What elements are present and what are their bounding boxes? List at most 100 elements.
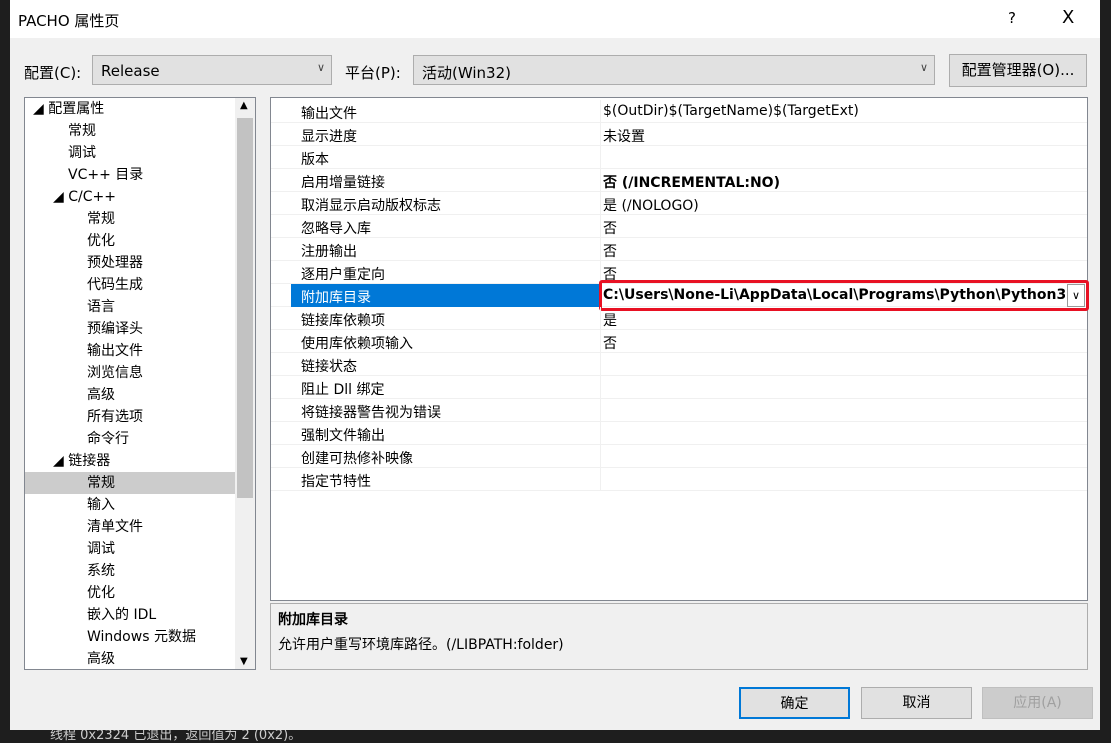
property-value: 否	[603, 221, 617, 237]
config-value: Release	[101, 62, 160, 80]
column-divider	[600, 307, 601, 330]
property-value: 是	[603, 313, 617, 329]
tree-item[interactable]: 常规	[25, 120, 255, 142]
description-title: 附加库目录	[278, 612, 348, 628]
property-row[interactable]: 启用增量链接 否 (/INCREMENTAL:NO)	[271, 169, 1087, 192]
help-button[interactable]: ?	[1008, 9, 1016, 27]
scrollbar-thumb[interactable]	[237, 118, 253, 498]
scroll-up-icon[interactable]: ▲	[240, 100, 248, 111]
property-name: 创建可热修补映像	[301, 451, 413, 467]
platform-value: 活动(Win32)	[422, 64, 511, 82]
property-row[interactable]: 链接状态	[271, 353, 1087, 376]
chevron-down-icon: ∨	[919, 61, 928, 74]
column-divider	[600, 192, 601, 215]
platform-select[interactable]: 活动(Win32) ∨	[413, 55, 935, 85]
property-grid: 输出文件 $(OutDir)$(TargetName)$(TargetExt) 显示…	[270, 97, 1089, 601]
tree-item[interactable]: 嵌入的 IDL	[25, 604, 255, 626]
ok-button[interactable]: 确定	[739, 687, 850, 719]
tree-item[interactable]: 输入	[25, 494, 255, 516]
tree-item[interactable]: ◢ 配置属性	[25, 98, 255, 120]
column-divider	[600, 468, 601, 491]
property-name: 取消显示启动版权标志	[301, 198, 441, 214]
property-row[interactable]: 使用库依赖项输入 否	[271, 330, 1087, 353]
property-name: 链接状态	[301, 359, 357, 375]
tree-item[interactable]: 调试	[25, 142, 255, 164]
tree-item[interactable]: VC++ 目录	[25, 164, 255, 186]
scroll-down-icon[interactable]: ▼	[240, 656, 248, 667]
property-name: 将链接器警告视为错误	[301, 405, 441, 421]
property-row[interactable]: 阻止 Dll 绑定	[271, 376, 1087, 399]
property-name: 启用增量链接	[301, 175, 385, 191]
column-divider	[600, 169, 601, 192]
property-name: 阻止 Dll 绑定	[301, 382, 385, 398]
close-button[interactable]: X	[1062, 7, 1074, 28]
cancel-button[interactable]: 取消	[861, 687, 972, 719]
tree-item[interactable]: 高级	[25, 648, 255, 669]
tree-item[interactable]: 代码生成	[25, 274, 255, 296]
tree-scrollbar[interactable]: ▲ ▼	[235, 98, 255, 669]
property-name: 使用库依赖项输入	[301, 336, 413, 352]
column-divider	[600, 376, 601, 399]
config-select[interactable]: Release ∨	[92, 55, 332, 85]
config-label: 配置(C):	[24, 64, 82, 82]
column-divider	[600, 215, 601, 238]
property-row[interactable]: 版本	[271, 146, 1087, 169]
property-name: 注册输出	[301, 244, 357, 260]
tree-item[interactable]: 预编译头	[25, 318, 255, 340]
platform-label: 平台(P):	[345, 64, 401, 82]
property-row[interactable]: 附加库目录 C:\Users\None-Li\AppData\Local\Prog…	[271, 280, 1089, 311]
column-divider	[600, 100, 601, 123]
property-tree: ◢ 配置属性 常规 调试 VC++ 目录 ◢ C/C++ 常规 优化 预处理器 代码生成 语言 预编…	[24, 97, 256, 670]
tree-item[interactable]: 高级	[25, 384, 255, 406]
tree-item[interactable]: 语言	[25, 296, 255, 318]
property-value: 是 (/NOLOGO)	[603, 198, 699, 214]
column-divider	[600, 353, 601, 376]
property-name: 忽略导入库	[301, 221, 371, 237]
column-divider	[600, 330, 601, 353]
property-name: 指定节特性	[301, 474, 371, 490]
tree-item[interactable]: 浏览信息	[25, 362, 255, 384]
property-row[interactable]: 创建可热修补映像	[271, 445, 1087, 468]
tree-item[interactable]: 优化	[25, 582, 255, 604]
property-row[interactable]: 将链接器警告视为错误	[271, 399, 1087, 422]
property-row[interactable]: 显示进度 未设置	[271, 123, 1087, 146]
property-name: 输出文件	[301, 106, 357, 122]
chevron-down-icon: ∨	[316, 61, 325, 74]
column-divider	[600, 445, 601, 468]
tree-item[interactable]: ◢ C/C++	[25, 186, 255, 208]
column-divider	[600, 399, 601, 422]
property-dialog: PACHO 属性页 ? X 配置(C): Release ∨ 平台(P): 活动(…	[10, 0, 1100, 730]
tree-item[interactable]: 优化	[25, 230, 255, 252]
tree-item[interactable]: ◢ 链接器	[25, 450, 255, 472]
property-row[interactable]: 链接库依赖项 是	[271, 307, 1087, 330]
property-row[interactable]: 输出文件 $(OutDir)$(TargetName)$(TargetExt)	[271, 100, 1087, 123]
property-name: 显示进度	[301, 129, 357, 145]
tree-item[interactable]: 系统	[25, 560, 255, 582]
description-text: 允许用户重写环境库路径。(/LIBPATH:folder)	[278, 637, 564, 653]
property-name: 版本	[301, 152, 329, 168]
property-name: 链接库依赖项	[301, 313, 385, 329]
tree-item[interactable]: Windows 元数据	[25, 626, 255, 648]
property-row[interactable]: 忽略导入库 否	[271, 215, 1087, 238]
window-title: PACHO 属性页	[18, 12, 120, 30]
tree-item[interactable]: 输出文件	[25, 340, 255, 362]
tree-item[interactable]: 所有选项	[25, 406, 255, 428]
property-value: 否	[603, 336, 617, 352]
property-row[interactable]: 指定节特性	[271, 468, 1087, 491]
tree-item[interactable]: 常规	[25, 472, 255, 494]
dropdown-chevron-icon[interactable]: ∨	[1067, 284, 1085, 307]
tree-item[interactable]: 常规	[25, 208, 255, 230]
property-name: 强制文件输出	[301, 428, 385, 444]
tree-item[interactable]: 命令行	[25, 428, 255, 450]
tree-item[interactable]: 清单文件	[25, 516, 255, 538]
property-row[interactable]: 强制文件输出	[271, 422, 1087, 445]
property-value: $(OutDir)$(TargetName)$(TargetExt)	[603, 103, 859, 119]
tree-item[interactable]: 预处理器	[25, 252, 255, 274]
property-row[interactable]: 注册输出 否	[271, 238, 1087, 261]
config-manager-button[interactable]: 配置管理器(O)...	[949, 54, 1087, 87]
apply-button[interactable]: 应用(A)	[982, 687, 1093, 719]
property-value: 否 (/INCREMENTAL:NO)	[603, 175, 780, 191]
property-row[interactable]: 取消显示启动版权标志 是 (/NOLOGO)	[271, 192, 1087, 215]
column-divider	[600, 123, 601, 146]
tree-item[interactable]: 调试	[25, 538, 255, 560]
